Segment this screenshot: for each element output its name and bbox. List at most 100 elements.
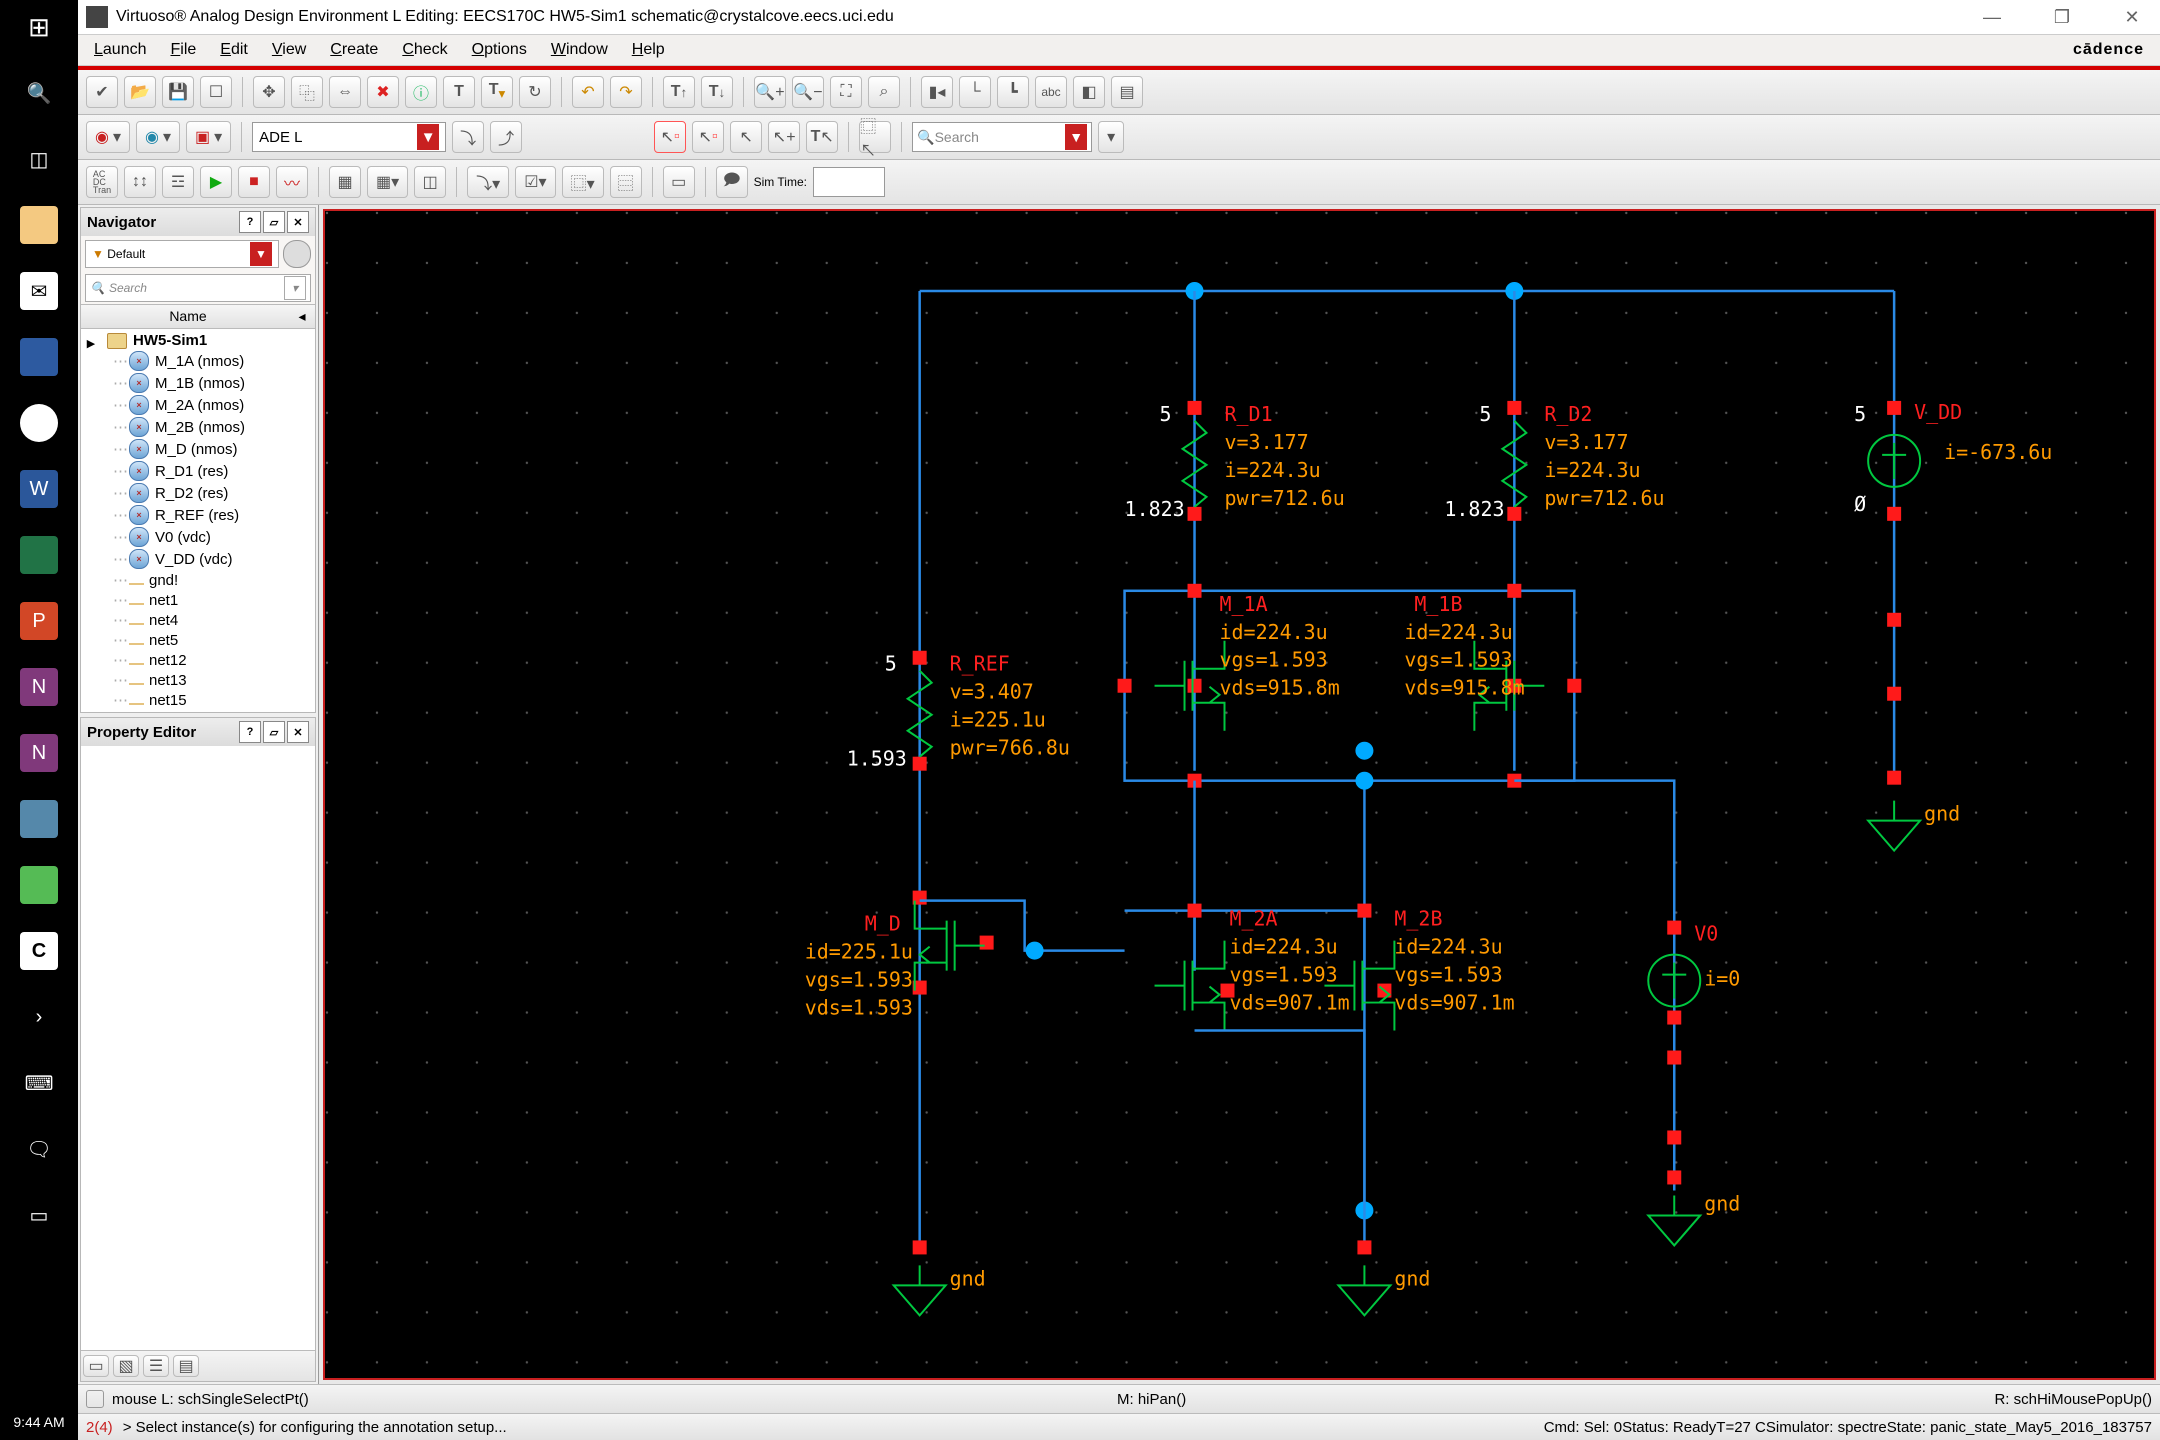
word-icon[interactable]: W <box>20 470 58 508</box>
tb-sel2[interactable]: ↖▫ <box>692 121 724 153</box>
nav-item-16[interactable]: ⋯⎼net15 <box>83 690 313 710</box>
tb-anno4[interactable]: ⿳ <box>610 166 642 198</box>
search-task-icon[interactable]: 🔍 <box>20 74 58 112</box>
nav-tree[interactable]: ▸HW5-Sim1⋯×M_1A (nmos)⋯×M_1B (nmos)⋯×M_2… <box>81 329 315 712</box>
tb-anno3[interactable]: ⿴▾ <box>562 166 604 198</box>
nav-item-11[interactable]: ⋯⎼net1 <box>83 590 313 610</box>
tb-wire[interactable]: └ <box>959 76 991 108</box>
tb-move[interactable]: ✥ <box>253 76 285 108</box>
tb-label[interactable]: abc <box>1035 76 1067 108</box>
close-button[interactable]: ✕ <box>2112 7 2152 28</box>
tb-copy[interactable]: ⿻ <box>291 76 323 108</box>
tb-zoomout[interactable]: 🔍− <box>792 76 824 108</box>
nav-item-7[interactable]: ⋯×R_REF (res) <box>83 504 313 526</box>
tb-instance[interactable]: ▮◂ <box>921 76 953 108</box>
tb-anno2[interactable]: ☑▾ <box>515 166 555 198</box>
tray2-icon[interactable]: 🗨 <box>20 1130 58 1168</box>
tb-sel1[interactable]: ↖▫ <box>654 121 686 153</box>
tb-Tdown[interactable]: T↓ <box>701 76 733 108</box>
taskview-icon[interactable]: ◫ <box>20 140 58 178</box>
ade-dropdown[interactable]: ADE L ▼ <box>252 122 446 152</box>
cadence-task-icon[interactable]: C <box>20 932 58 970</box>
nav-item-3[interactable]: ⋯×M_2B (nmos) <box>83 416 313 438</box>
nav-item-2[interactable]: ⋯×M_2A (nmos) <box>83 394 313 416</box>
prop-undock-btn[interactable]: ▱ <box>263 721 285 743</box>
nav-search[interactable]: 🔍 Search ▾ <box>85 274 311 302</box>
menu-view[interactable]: View <box>272 41 306 59</box>
tb-stretch[interactable]: ⇔ <box>329 76 361 108</box>
explorer2-icon[interactable] <box>20 338 58 376</box>
tb-widewire[interactable]: ┗ <box>997 76 1029 108</box>
tb-vars[interactable]: ↕↕ <box>124 166 156 198</box>
prop-btn3[interactable]: ☰ <box>143 1355 169 1377</box>
nav-item-10[interactable]: ⋯⎼gnd! <box>83 570 313 590</box>
tb-results1[interactable]: ▦ <box>329 166 361 198</box>
tb-ascend[interactable]: ⤴ <box>490 121 522 153</box>
app2-icon[interactable] <box>20 866 58 904</box>
taskbar-clock[interactable]: 9:44 AM <box>0 1414 78 1430</box>
tb-undo[interactable]: ↶ <box>572 76 604 108</box>
ade-dropdown-btn[interactable]: ▼ <box>417 124 439 150</box>
nav-item-12[interactable]: ⋯⎼net4 <box>83 610 313 630</box>
tb-save[interactable]: 💾 <box>162 76 194 108</box>
nav-root[interactable]: ▸HW5-Sim1 <box>83 331 313 350</box>
tb-delete[interactable]: ✖ <box>367 76 399 108</box>
nav-item-15[interactable]: ⋯⎼net13 <box>83 670 313 690</box>
nav-col-header[interactable]: Name◂ <box>81 304 315 329</box>
onenote2-icon[interactable]: N <box>20 734 58 772</box>
toolbar-search[interactable]: 🔍 Search ▼ <box>912 122 1092 152</box>
prop-btn4[interactable]: ▤ <box>173 1355 199 1377</box>
tb-anno1[interactable]: ⤵▾ <box>467 166 509 198</box>
chrome-icon[interactable]: ◉ <box>20 404 58 442</box>
tb-selgrp[interactable]: ⿴↖ <box>859 121 891 153</box>
tb-calc[interactable]: ◫ <box>414 166 446 198</box>
menu-file[interactable]: File <box>171 41 197 59</box>
tb-check-save[interactable]: ✔ <box>86 76 118 108</box>
tb-sel3[interactable]: ↖ <box>730 121 762 153</box>
tb-stop[interactable]: ■ <box>238 166 270 198</box>
start-button[interactable]: ⊞ <box>20 8 58 46</box>
tray1-icon[interactable]: ⌨ <box>20 1064 58 1102</box>
nav-item-9[interactable]: ⋯×V_DD (vdc) <box>83 548 313 570</box>
tb-zoomsel[interactable]: ⌕ <box>868 76 900 108</box>
tb-textedit[interactable]: T▾ <box>481 76 513 108</box>
nav-item-4[interactable]: ⋯×M_D (nmos) <box>83 438 313 460</box>
tb-sheet[interactable]: ▤ <box>1111 76 1143 108</box>
nav-item-13[interactable]: ⋯⎼net5 <box>83 630 313 650</box>
tb-zoomfit[interactable]: ⛶ <box>830 76 862 108</box>
expand-icon[interactable]: › <box>20 998 58 1036</box>
onenote-icon[interactable]: N <box>20 668 58 706</box>
tb-marker2[interactable]: ◉▾ <box>136 121 180 153</box>
tb-selT[interactable]: T↖ <box>806 121 838 153</box>
schematic-canvas[interactable]: V_DD i=-673.6u 5 Ø gnd 5 1.823 R_D1 v=3.… <box>323 209 2156 1380</box>
tb-outputs[interactable]: ☲ <box>162 166 194 198</box>
nav-item-8[interactable]: ⋯×V0 (vdc) <box>83 526 313 548</box>
menu-launch[interactable]: Launch <box>94 41 147 59</box>
menu-window[interactable]: Window <box>551 41 608 59</box>
tb-results2[interactable]: ▦▾ <box>367 166 408 198</box>
tb-rotate[interactable]: ↻ <box>519 76 551 108</box>
tb-sel4[interactable]: ↖+ <box>768 121 800 153</box>
nav-item-5[interactable]: ⋯×R_D1 (res) <box>83 460 313 482</box>
tb-text[interactable]: T <box>443 76 475 108</box>
explorer-icon[interactable] <box>20 206 58 244</box>
tb-marker1[interactable]: ◉▾ <box>86 121 130 153</box>
nav-filter-btn[interactable]: ▼ <box>250 242 272 266</box>
tb-simtime-icon[interactable]: 🗩 <box>716 166 748 198</box>
menu-options[interactable]: Options <box>472 41 527 59</box>
menu-create[interactable]: Create <box>330 41 378 59</box>
tb-zoomin[interactable]: 🔍+ <box>754 76 786 108</box>
minimize-button[interactable]: — <box>1972 7 2012 28</box>
prop-close-btn[interactable]: ✕ <box>287 721 309 743</box>
tb-pin[interactable]: ◧ <box>1073 76 1105 108</box>
nav-close-btn[interactable]: ✕ <box>287 211 309 233</box>
prop-help-btn[interactable]: ? <box>239 721 261 743</box>
tb-run[interactable]: ▶ <box>200 166 232 198</box>
tb-plot[interactable]: 〰 <box>276 166 308 198</box>
app1-icon[interactable] <box>20 800 58 838</box>
nav-undock-btn[interactable]: ▱ <box>263 211 285 233</box>
mail-icon[interactable]: ✉ <box>20 272 58 310</box>
tb-descend[interactable]: ⤵ <box>452 121 484 153</box>
nav-item-0[interactable]: ⋯×M_1A (nmos) <box>83 350 313 372</box>
powerpoint-icon[interactable]: P <box>20 602 58 640</box>
